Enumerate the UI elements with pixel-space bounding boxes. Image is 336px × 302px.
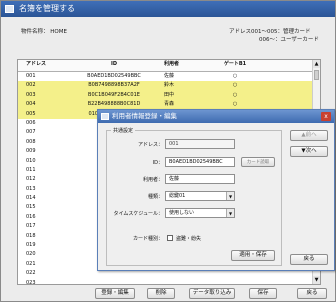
user-edit-dialog: 利用者情報登録・編集 x 共通設定 アドレス： 001 ID： B0AED1BD… (97, 109, 335, 271)
dialog-app-icon (101, 113, 109, 120)
section-label: 共通設定 (111, 127, 136, 134)
cell-address: 015 (26, 204, 36, 211)
table-row[interactable]: 003 B0C1B049F2B4C01E 田中 ○ (18, 90, 320, 101)
import-button[interactable]: データ取り込み (189, 288, 235, 299)
table-row[interactable]: 001 B0AED1BD02549BBC 佐藤 ○ (18, 72, 320, 81)
cell-id: B0C1B049F2B4C01E (88, 91, 140, 98)
register-edit-button[interactable]: 登録・編集 (95, 288, 135, 299)
scroll-down-icon[interactable]: ▼ (313, 276, 320, 284)
cell-address: 010 (26, 157, 36, 164)
app-icon (5, 5, 14, 13)
id-label: ID： (152, 160, 163, 166)
main-window: 名簿を管理する 物件名称： HOME アドレス001～005：管理カード 006… (0, 0, 336, 302)
address-note-1: アドレス001～005：管理カード (229, 29, 311, 35)
window-titlebar: 名簿を管理する (1, 1, 335, 17)
id-field[interactable]: B0AED1BD02549BBC (165, 157, 235, 167)
cell-address: 016 (26, 213, 36, 220)
cell-address: 001 (26, 73, 36, 79)
next-button[interactable]: ▼次へ (290, 146, 328, 157)
cell-address: 003 (26, 91, 36, 98)
unit-name: 物件名称： HOME (21, 29, 67, 35)
user-label: 利用者： (142, 177, 163, 183)
cell-address: 022 (26, 270, 36, 277)
cell-gate: ○ (232, 82, 238, 89)
cell-address: 014 (26, 195, 36, 202)
common-settings-group: 共通設定 アドレス： 001 ID： B0AED1BD02549BBC カード読… (106, 127, 282, 266)
cell-address: 004 (26, 101, 36, 108)
cell-name: 鈴木 (164, 82, 175, 89)
cell-id: B22B498888B0C81D (87, 101, 141, 108)
cell-gate: ○ (232, 73, 238, 79)
close-icon[interactable]: x (321, 112, 331, 121)
lost-stolen-label: 盗難・紛失 (176, 236, 202, 242)
cell-gate: ○ (232, 91, 238, 98)
address-field: 001 (165, 139, 235, 149)
header-address[interactable]: アドレス (26, 60, 46, 69)
chevron-down-icon[interactable]: ▼ (226, 192, 234, 200)
cell-address: 021 (26, 260, 36, 267)
cell-id: B0B7498898B37A2F (88, 82, 140, 89)
save-button[interactable]: 保存 (249, 288, 277, 299)
dialog-back-button[interactable]: 戻る (290, 254, 328, 265)
cell-address: 020 (26, 251, 36, 258)
type-select[interactable]: 総鍵01 ▼ (165, 191, 235, 201)
cell-name: 佐藤 (164, 73, 175, 79)
window-title: 名簿を管理する (19, 4, 75, 13)
schedule-select-value: 使用しない (169, 210, 195, 216)
delete-button[interactable]: 削除 (147, 288, 175, 299)
type-label: 種類： (147, 194, 163, 200)
cell-id: B0AED1BD02549BBC (87, 73, 141, 79)
address-label: アドレス： (137, 142, 163, 148)
cell-address: 008 (26, 138, 36, 145)
cell-address: 011 (26, 166, 36, 173)
card-read-button[interactable]: カード読取 (241, 157, 275, 167)
cell-address: 013 (26, 185, 36, 192)
lost-stolen-checkbox[interactable] (167, 235, 173, 241)
type-select-value: 総鍵01 (169, 193, 186, 199)
address-note-2: 006～：ユーザーカード (259, 37, 319, 43)
cell-gate: ○ (232, 101, 238, 108)
close-button[interactable]: 戻る (297, 288, 327, 299)
dialog-titlebar[interactable]: 利用者情報登録・編集 x (98, 110, 334, 123)
apply-save-button[interactable]: 適用・保存 (231, 250, 275, 261)
cell-address: 002 (26, 82, 36, 89)
cell-name: 田中 (164, 91, 175, 98)
cell-address: 006 (26, 119, 36, 126)
cell-address: 018 (26, 232, 36, 239)
cell-address: 005 (26, 110, 36, 117)
header-name[interactable]: 利用者 (164, 60, 179, 69)
scroll-up-icon[interactable]: ▲ (313, 60, 320, 68)
cell-address: 019 (26, 242, 36, 249)
prev-button[interactable]: ▲前へ (290, 130, 328, 141)
scroll-thumb[interactable] (314, 70, 319, 80)
dialog-title: 利用者情報登録・編集 (112, 112, 177, 120)
header-id[interactable]: ID (74, 60, 154, 69)
table-row[interactable]: 002 B0B7498898B37A2F 鈴木 ○ (18, 81, 320, 91)
chevron-down-icon[interactable]: ▼ (226, 209, 234, 217)
schedule-label: タイムスケジュール： (113, 211, 163, 217)
card-status-label: カード種別： (132, 236, 163, 242)
table-header: アドレス ID 利用者 ゲートB1 (18, 60, 320, 72)
user-name-field[interactable]: 佐藤 (165, 174, 235, 184)
cell-address: 009 (26, 148, 36, 155)
cell-address: 023 (26, 279, 36, 286)
cell-name: 青森 (164, 101, 175, 108)
cell-address: 017 (26, 223, 36, 230)
cell-address: 007 (26, 129, 36, 136)
cell-address: 012 (26, 176, 36, 183)
header-gate[interactable]: ゲートB1 (218, 60, 252, 69)
table-row[interactable]: 023 (18, 279, 320, 288)
schedule-select[interactable]: 使用しない ▼ (165, 208, 235, 218)
